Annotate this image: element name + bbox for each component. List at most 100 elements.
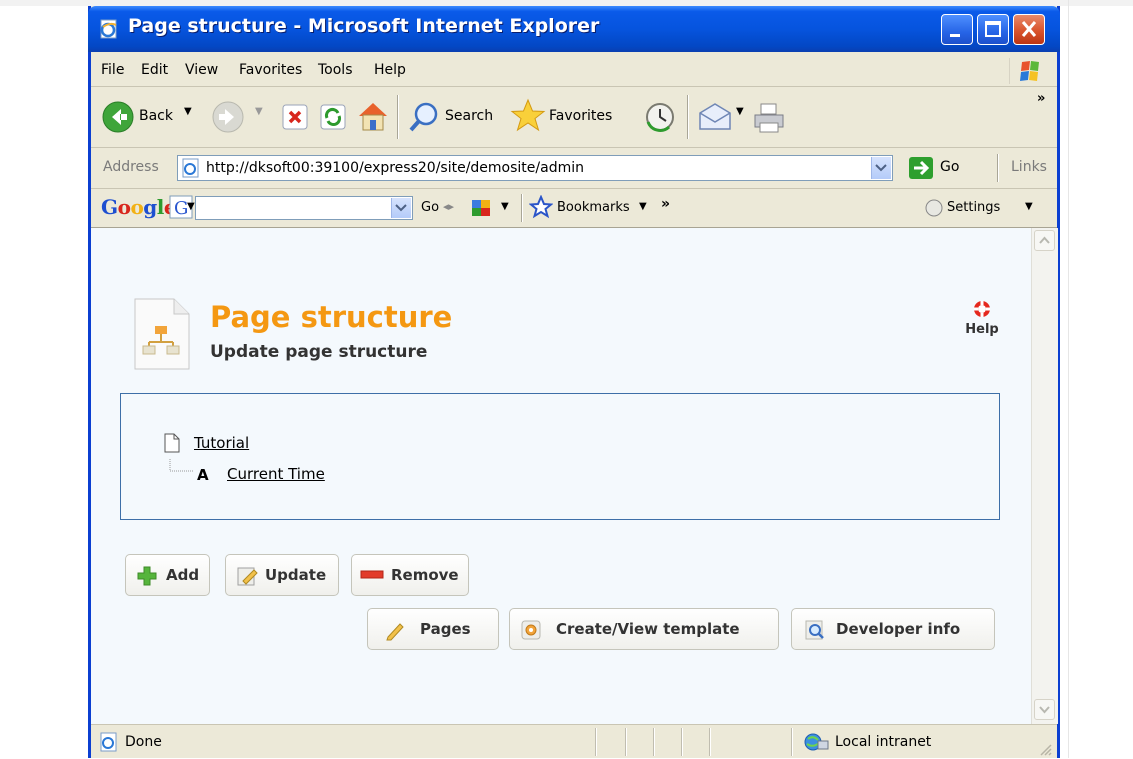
- puzzle-icon[interactable]: [469, 196, 495, 220]
- toolbar-more-chevron[interactable]: »: [1037, 91, 1045, 106]
- google-logo[interactable]: Google: [101, 195, 177, 219]
- scroll-down-button[interactable]: [1034, 699, 1055, 720]
- ie-page-icon: [100, 19, 117, 39]
- close-button[interactable]: [1013, 14, 1045, 45]
- plus-icon: [137, 566, 157, 586]
- google-search-input[interactable]: [195, 196, 413, 220]
- favorites-button-label[interactable]: Favorites: [549, 108, 612, 124]
- search-button-label[interactable]: Search: [445, 108, 493, 124]
- windows-flag-icon: [1020, 61, 1039, 81]
- google-go-button[interactable]: Go: [421, 200, 439, 215]
- menu-bar: File Edit View Favorites Tools Help: [91, 52, 1057, 87]
- update-button[interactable]: Update: [225, 554, 339, 596]
- refresh-icon[interactable]: [319, 103, 347, 131]
- add-button[interactable]: Add: [125, 554, 210, 596]
- add-button-label: Add: [166, 566, 200, 584]
- minimize-button[interactable]: [941, 14, 973, 45]
- status-separator: [791, 728, 793, 756]
- print-icon[interactable]: [751, 101, 787, 135]
- magnifier-page-icon: [805, 620, 824, 640]
- settings-radio-icon[interactable]: [925, 199, 945, 219]
- scroll-up-button[interactable]: [1034, 230, 1055, 251]
- create-view-template-button[interactable]: Create/View template: [509, 608, 779, 650]
- menu-tools[interactable]: Tools: [318, 62, 353, 78]
- developer-info-label: Developer info: [836, 620, 961, 638]
- menu-favorites[interactable]: Favorites: [239, 62, 302, 78]
- toolbar-separator: [397, 95, 399, 139]
- google-menu-dropdown-icon[interactable]: ▼: [187, 201, 195, 212]
- address-bar: Address http://dksoft00:39100/express20/…: [91, 148, 1057, 189]
- ie-page-icon: [182, 158, 199, 178]
- status-bar: Done Local intranet: [91, 724, 1057, 759]
- remove-button-label: Remove: [391, 566, 459, 584]
- minus-icon: [360, 570, 384, 579]
- back-dropdown-icon[interactable]: ▼: [184, 106, 192, 117]
- chevron-down-icon: [395, 204, 407, 212]
- create-template-label: Create/View template: [556, 620, 740, 638]
- go-label[interactable]: Go: [940, 159, 959, 175]
- settings-dropdown-icon[interactable]: ▼: [1025, 201, 1033, 212]
- forward-dropdown-icon[interactable]: ▼: [255, 106, 263, 117]
- developer-info-button[interactable]: Developer info: [791, 608, 995, 650]
- pages-button-label: Pages: [420, 620, 471, 638]
- address-url[interactable]: http://dksoft00:39100/express20/site/dem…: [206, 160, 584, 176]
- title-bar[interactable]: Page structure - Microsoft Internet Expl…: [88, 6, 1060, 52]
- window-title: Page structure - Microsoft Internet Expl…: [128, 15, 600, 37]
- maximize-icon: [985, 21, 1001, 37]
- menu-help[interactable]: Help: [374, 62, 406, 78]
- home-icon[interactable]: [355, 99, 391, 133]
- page-content: Page structure Update page structure Hel…: [91, 228, 1057, 724]
- mail-icon[interactable]: [696, 101, 734, 133]
- page-title: Page structure: [210, 300, 453, 334]
- windows-logo: [1009, 58, 1048, 84]
- chevron-down-icon: [875, 164, 887, 172]
- search-icon[interactable]: [407, 101, 441, 133]
- favorites-star-icon[interactable]: [509, 97, 547, 135]
- address-separator: [997, 154, 999, 182]
- chevron-down-icon: [1039, 706, 1050, 714]
- status-separator: [681, 728, 683, 756]
- settings-button[interactable]: Settings: [947, 200, 1000, 215]
- maximize-button[interactable]: [977, 14, 1009, 45]
- google-toolbar: Google G ▼ Go ◂▸ ▼ Bookmarks ▼ »: [91, 189, 1057, 228]
- browser-window: Page structure - Microsoft Internet Expl…: [88, 6, 1060, 758]
- address-input[interactable]: http://dksoft00:39100/express20/site/dem…: [177, 155, 893, 181]
- remove-button[interactable]: Remove: [351, 554, 469, 596]
- go-button[interactable]: [909, 157, 933, 179]
- go-arrow-icon: [914, 160, 930, 176]
- resize-grip-icon[interactable]: [1037, 741, 1053, 757]
- article-type-badge: A: [197, 466, 209, 484]
- bookmarks-button[interactable]: Bookmarks: [557, 200, 630, 215]
- bookmarks-star-icon[interactable]: [529, 195, 553, 219]
- pages-button[interactable]: Pages: [367, 608, 499, 650]
- google-more-chevron[interactable]: »: [661, 196, 670, 212]
- edit-note-icon: [237, 567, 258, 586]
- mail-dropdown-icon[interactable]: ▼: [736, 106, 744, 117]
- tree-link-tutorial[interactable]: Tutorial: [194, 434, 249, 452]
- history-icon[interactable]: [643, 100, 677, 134]
- vertical-scrollbar[interactable]: [1031, 228, 1058, 724]
- tree-connector: [169, 459, 193, 472]
- back-arrow-icon[interactable]: [101, 100, 135, 134]
- google-toolbar-separator: [521, 194, 523, 222]
- google-search-dropdown[interactable]: [391, 198, 411, 218]
- menu-edit[interactable]: Edit: [141, 62, 168, 78]
- help-button[interactable]: Help: [957, 294, 1007, 344]
- ie-page-icon: [100, 732, 117, 752]
- address-dropdown-button[interactable]: [871, 157, 891, 179]
- menu-view[interactable]: View: [185, 62, 218, 78]
- status-separator: [709, 728, 711, 756]
- puzzle-dropdown-icon[interactable]: ▼: [501, 201, 509, 212]
- tree-link-current-time[interactable]: Current Time: [227, 465, 325, 483]
- stop-icon[interactable]: [281, 103, 309, 131]
- toolbar-separator: [687, 95, 689, 139]
- menu-file[interactable]: File: [101, 62, 124, 78]
- back-button-label[interactable]: Back: [139, 108, 173, 124]
- canvas-right-margin: [1068, 0, 1133, 758]
- page-structure-icon: [134, 298, 190, 370]
- standard-toolbar: Back ▼ ▼ Search Favorites ▼ »: [91, 87, 1057, 148]
- forward-arrow-icon[interactable]: [211, 100, 245, 134]
- bookmarks-dropdown-icon[interactable]: ▼: [639, 201, 647, 212]
- nav-arrows-icon[interactable]: ◂▸: [443, 200, 454, 213]
- links-label[interactable]: Links: [1011, 159, 1047, 175]
